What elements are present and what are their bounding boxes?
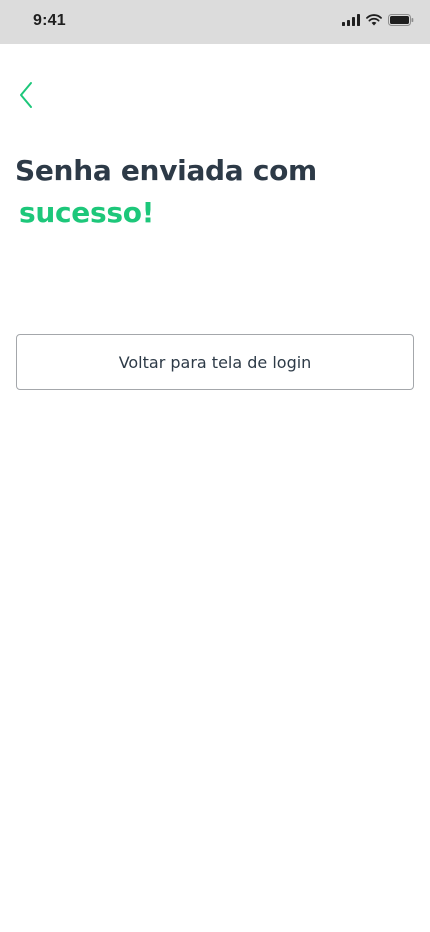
battery-icon	[388, 14, 414, 26]
wifi-icon	[366, 14, 382, 26]
status-bar: 9:41	[0, 0, 430, 44]
status-icons	[342, 14, 414, 26]
title-accent: sucesso!	[19, 196, 155, 229]
status-time: 9:41	[33, 12, 66, 29]
page-title: Senha enviada com sucesso!	[15, 150, 317, 234]
title-line: Senha enviada com	[15, 154, 317, 187]
back-to-login-label: Voltar para tela de login	[118, 352, 312, 372]
back-button[interactable]	[10, 80, 42, 114]
signal-icon	[342, 14, 360, 26]
back-to-login-button[interactable]: Voltar para tela de login	[16, 334, 414, 390]
chevron-left-icon	[18, 81, 34, 114]
